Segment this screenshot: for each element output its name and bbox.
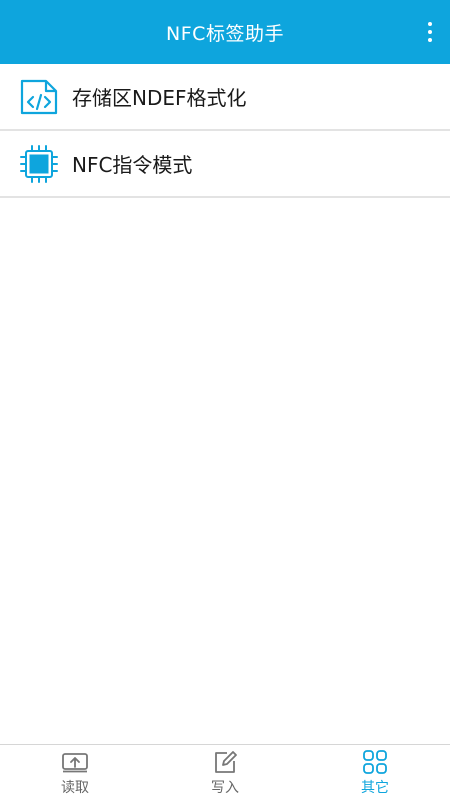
options-list: 存储区NDEF格式化 NFC指令模式 — [0, 64, 450, 198]
nav-label: 写入 — [211, 779, 239, 796]
nav-label: 其它 — [361, 779, 389, 796]
more-vertical-icon[interactable] — [420, 17, 440, 47]
code-file-icon — [18, 76, 60, 118]
list-item-label: 存储区NDEF格式化 — [72, 86, 247, 110]
nav-other[interactable]: 其它 — [300, 745, 450, 800]
read-tray-icon — [61, 749, 89, 775]
app-bar: NFC标签助手 — [0, 0, 450, 64]
app-title: NFC标签助手 — [166, 22, 284, 45]
nav-write[interactable]: 写入 — [150, 745, 300, 800]
edit-icon — [211, 749, 239, 775]
bottom-navigation: 读取 写入 其它 — [0, 744, 450, 800]
list-item-label: NFC指令模式 — [72, 153, 193, 177]
nav-read[interactable]: 读取 — [0, 745, 150, 800]
menu-dot — [428, 30, 432, 34]
list-item-ndef-format[interactable]: 存储区NDEF格式化 — [0, 64, 450, 131]
nav-label: 读取 — [61, 779, 89, 796]
list-item-nfc-command[interactable]: NFC指令模式 — [0, 131, 450, 198]
menu-dot — [428, 38, 432, 42]
app-screen: NFC标签助手 存储区NDEF格式化 NFC指令模式 读取 写入 其它 — [0, 0, 450, 800]
chip-icon — [18, 143, 60, 185]
menu-dot — [428, 22, 432, 26]
grid-icon — [361, 749, 389, 775]
